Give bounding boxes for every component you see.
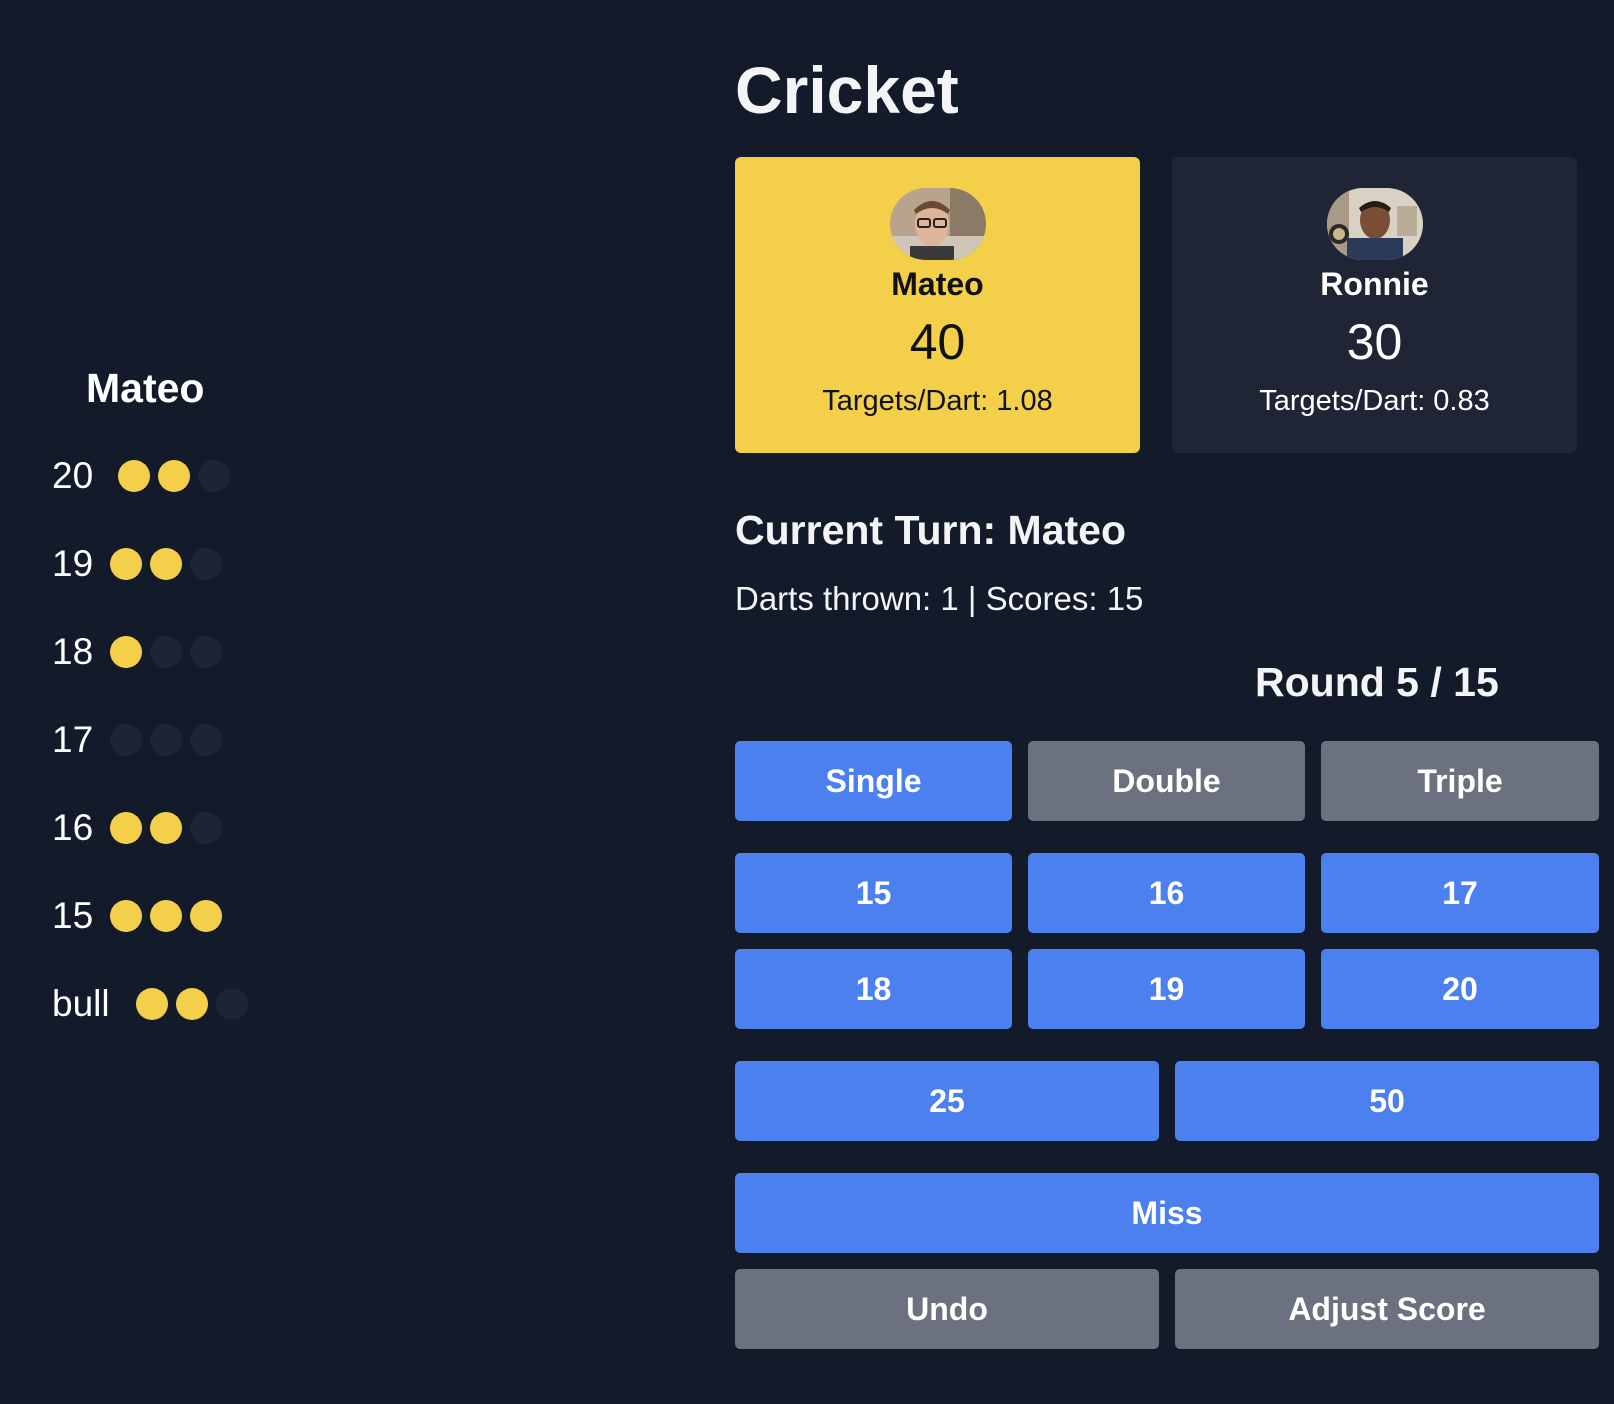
- mark-dot: [190, 900, 222, 932]
- player-name: Ronnie: [1320, 266, 1429, 302]
- mark-dot: [176, 988, 208, 1020]
- mark-label: 18: [52, 631, 94, 672]
- mark-row-17: 17: [52, 718, 222, 762]
- mark-dots: [110, 900, 222, 932]
- mark-label: 16: [52, 807, 94, 848]
- current-turn-heading: Current Turn: Mateo: [735, 507, 1127, 553]
- mark-dot: [190, 812, 222, 844]
- turn-info: Darts thrown: 1 | Scores: 15: [735, 580, 1144, 617]
- mark-dot: [110, 812, 142, 844]
- mark-dot: [216, 988, 248, 1020]
- marks-player-name: Mateo: [86, 365, 205, 411]
- miss-button[interactable]: Miss: [735, 1173, 1599, 1253]
- mark-dots: [110, 724, 222, 756]
- mark-row-16: 16: [52, 806, 222, 850]
- mark-dot: [110, 900, 142, 932]
- main-area: Cricket Mateo 40 Targets/Dart: 1.08 Ronn…: [735, 0, 1599, 1404]
- single-button[interactable]: Single: [735, 741, 1012, 821]
- avatar: [889, 188, 986, 260]
- mark-label: 15: [52, 895, 94, 936]
- mark-dots: [110, 548, 222, 580]
- mark-dot: [110, 548, 142, 580]
- number-button-16[interactable]: 16: [1028, 853, 1305, 933]
- mark-dot: [190, 636, 222, 668]
- player-score: 30: [1346, 314, 1403, 370]
- mark-row-15: 15: [52, 894, 222, 938]
- mark-label: bull: [52, 983, 110, 1024]
- mark-dots: [110, 636, 222, 668]
- round-indicator: Round 5 / 15: [1255, 659, 1499, 705]
- mark-dot: [150, 724, 182, 756]
- cricket-scoreboard-page: Mateo 20 19 18 17 16 15 bull Cricket Mat…: [0, 0, 1614, 1404]
- bull-button-50[interactable]: 50: [1175, 1061, 1599, 1141]
- mark-dot: [198, 460, 230, 492]
- undo-button[interactable]: Undo: [735, 1269, 1159, 1349]
- mark-dot: [150, 548, 182, 580]
- player-card-ronnie: Ronnie 30 Targets/Dart: 0.83: [1172, 157, 1577, 453]
- mark-label: 17: [52, 719, 94, 760]
- mark-dot: [150, 636, 182, 668]
- mark-dot: [110, 724, 142, 756]
- player-card-mateo: Mateo 40 Targets/Dart: 1.08: [735, 157, 1140, 453]
- mark-dot: [110, 636, 142, 668]
- player-name: Mateo: [891, 266, 984, 302]
- mark-row-19: 19: [52, 542, 222, 586]
- mark-dots: [136, 988, 248, 1020]
- player-photo-icon: [1326, 188, 1423, 260]
- page-title: Cricket: [735, 53, 959, 127]
- mark-row-20: 20: [52, 454, 230, 498]
- avatar: [1326, 188, 1423, 260]
- number-button-17[interactable]: 17: [1321, 853, 1599, 933]
- mark-row-bull: bull: [52, 982, 248, 1026]
- mark-dot: [190, 548, 222, 580]
- adjust-score-button[interactable]: Adjust Score: [1175, 1269, 1599, 1349]
- mark-dot: [158, 460, 190, 492]
- bull-button-25[interactable]: 25: [735, 1061, 1159, 1141]
- double-button[interactable]: Double: [1028, 741, 1305, 821]
- player-photo-icon: [889, 188, 986, 260]
- mark-label: 19: [52, 543, 94, 584]
- number-button-19[interactable]: 19: [1028, 949, 1305, 1029]
- mark-dot: [118, 460, 150, 492]
- player-targets-per-dart: Targets/Dart: 0.83: [1259, 385, 1490, 417]
- mark-label: 20: [52, 455, 94, 496]
- mark-dot: [150, 900, 182, 932]
- number-button-20[interactable]: 20: [1321, 949, 1599, 1029]
- mark-dots: [110, 812, 222, 844]
- mark-dot: [190, 724, 222, 756]
- triple-button[interactable]: Triple: [1321, 741, 1599, 821]
- mark-dot: [150, 812, 182, 844]
- number-button-18[interactable]: 18: [735, 949, 1012, 1029]
- mark-dots: [118, 460, 230, 492]
- mark-row-18: 18: [52, 630, 222, 674]
- player-score: 40: [909, 314, 966, 370]
- player-targets-per-dart: Targets/Dart: 1.08: [822, 385, 1053, 417]
- mark-dot: [136, 988, 168, 1020]
- number-button-15[interactable]: 15: [735, 853, 1012, 933]
- marks-panel: Mateo 20 19 18 17 16 15 bull: [0, 0, 400, 1404]
